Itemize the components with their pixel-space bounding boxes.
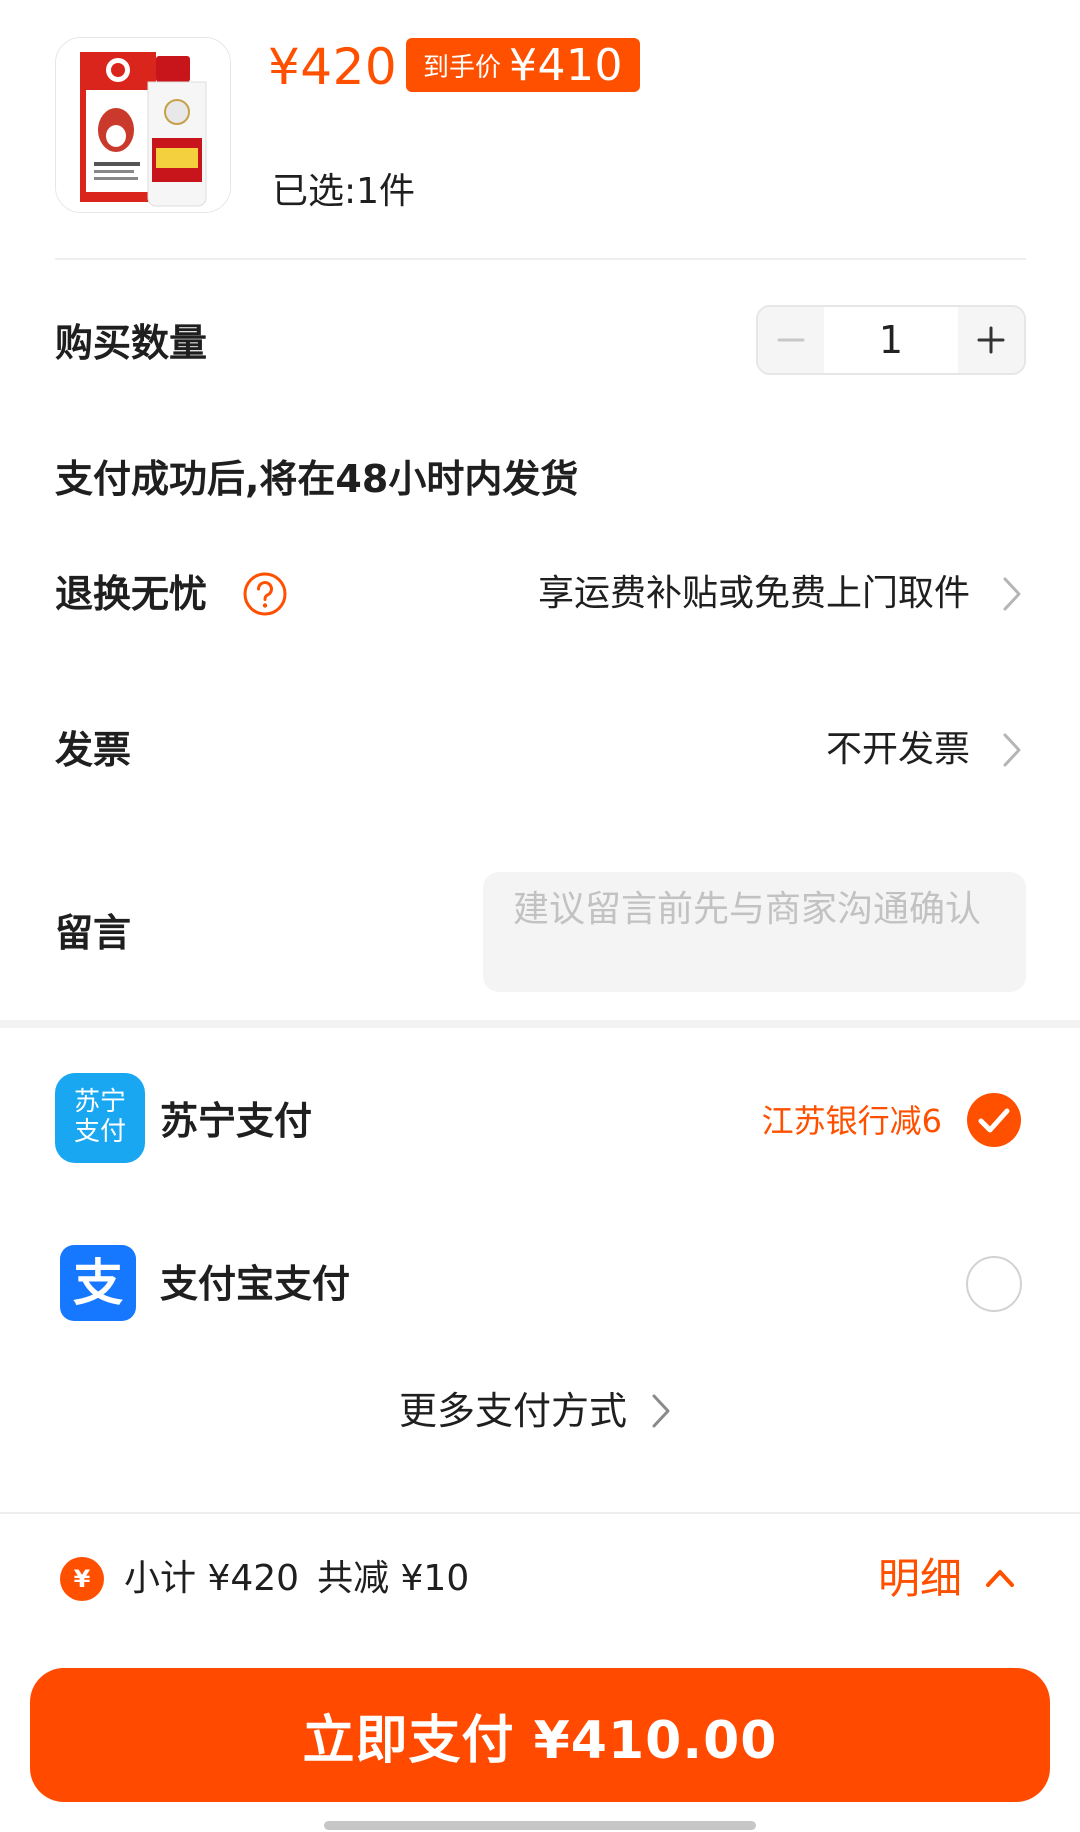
chevron-right-icon[interactable]	[992, 569, 1032, 619]
pay-now-button[interactable]: 立即支付 ¥410.00	[30, 1668, 1050, 1802]
divider	[55, 258, 1026, 260]
chevron-right-icon[interactable]	[992, 725, 1032, 775]
final-price-value: ¥410	[509, 39, 623, 91]
suning-pay-icon-text: 支付	[73, 1117, 126, 1147]
alipay-icon: 支	[60, 1245, 136, 1321]
order-summary: 小计 ¥420 共减 ¥10	[124, 1553, 487, 1605]
shipping-notice: 支付成功后,将在48小时内发货	[55, 457, 579, 501]
details-toggle[interactable]: 明细	[878, 1550, 1020, 1608]
payment-promo: 江苏银行减6	[761, 1102, 942, 1140]
returns-value[interactable]: 享运费补贴或免费上门取件	[538, 569, 970, 619]
alipay-icon-glyph: 支	[73, 1254, 123, 1312]
note-label: 留言	[55, 911, 132, 955]
selected-count: 已选:1件	[272, 171, 416, 212]
quantity-value[interactable]: 1	[824, 307, 958, 373]
plus-icon	[977, 326, 1005, 354]
discount-total: 共减 ¥10	[317, 1558, 470, 1599]
final-price-label: 到手价	[423, 52, 502, 83]
decrease-button[interactable]	[758, 307, 824, 373]
note-input[interactable]: 建议留言前先与商家沟通确认	[483, 872, 1026, 992]
chevron-up-icon	[986, 1570, 1014, 1587]
suning-pay-icon-text: 苏宁	[73, 1087, 126, 1117]
invoice-value[interactable]: 不开发票	[826, 725, 970, 775]
details-label: 明细	[877, 1554, 962, 1603]
quantity-label: 购买数量	[55, 321, 208, 365]
more-payment-methods[interactable]: 更多支付方式	[0, 1386, 1080, 1436]
section-divider	[0, 1020, 1080, 1028]
price: ¥420	[268, 38, 398, 96]
home-indicator	[324, 1821, 756, 1830]
increase-button[interactable]	[958, 307, 1024, 373]
suning-pay-icon: 苏宁 支付	[55, 1073, 145, 1163]
payment-option-suning[interactable]: 苏宁支付	[160, 1096, 312, 1146]
product-image	[55, 37, 231, 213]
more-payment-label: 更多支付方式	[398, 1389, 627, 1433]
chevron-right-icon	[652, 1394, 670, 1428]
radio-unchecked-icon[interactable]	[966, 1256, 1022, 1312]
payment-option-alipay[interactable]: 支付宝支付	[160, 1259, 350, 1309]
yen-coin-icon: ¥	[60, 1557, 104, 1601]
question-icon[interactable]	[242, 571, 288, 617]
invoice-label: 发票	[55, 728, 132, 772]
subtotal: 小计 ¥420	[124, 1558, 300, 1599]
returns-label: 退换无忧	[55, 572, 208, 616]
checkmark-icon[interactable]	[966, 1092, 1022, 1148]
minus-icon	[777, 338, 805, 342]
svg-text:¥: ¥	[74, 1565, 91, 1593]
quantity-stepper: 1	[756, 305, 1026, 375]
final-price-badge: 到手价 ¥410	[406, 38, 640, 92]
divider	[0, 1512, 1080, 1514]
